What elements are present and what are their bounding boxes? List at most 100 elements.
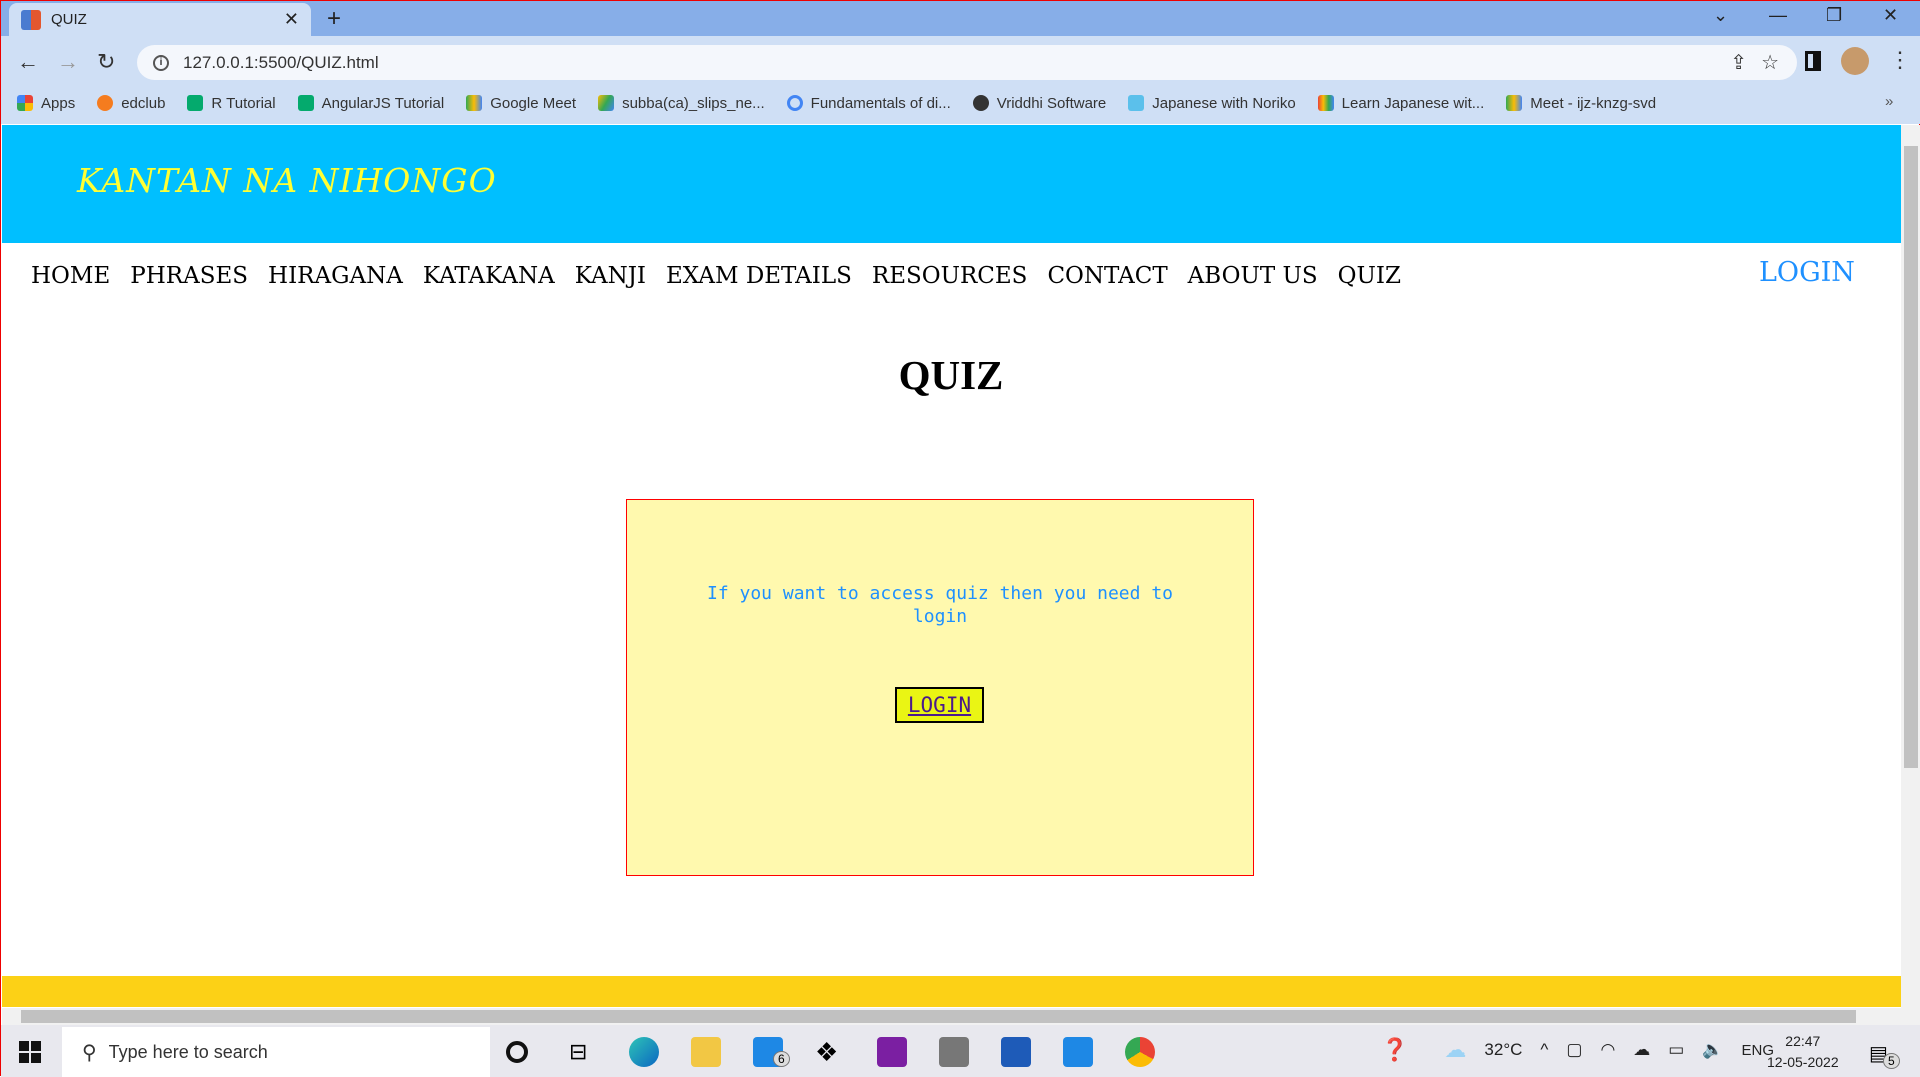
nav-exam-details[interactable]: EXAM DETAILS <box>666 263 852 289</box>
quiz-login-box: If you want to access quiz then you need… <box>626 499 1254 876</box>
bookmark-drive[interactable]: subba(ca)_slips_ne... <box>598 95 765 112</box>
onedrive-error-icon[interactable]: ☁ <box>1633 1040 1650 1060</box>
noriko-icon <box>1128 95 1145 111</box>
weather-cloud-icon[interactable]: ☁ <box>1444 1037 1466 1063</box>
nav-kanji[interactable]: KANJI <box>575 263 646 289</box>
file-explorer-icon[interactable] <box>691 1037 721 1067</box>
bookmark-label: Apps <box>41 94 76 112</box>
nav-quiz[interactable]: QUIZ <box>1338 263 1401 289</box>
wikipedia-icon[interactable] <box>939 1037 969 1067</box>
login-button[interactable]: LOGIN <box>895 687 984 723</box>
camera-icon[interactable]: ▢ <box>1566 1040 1582 1060</box>
forward-icon[interactable]: → <box>57 49 79 75</box>
address-bar[interactable]: i 127.0.0.1:5500/QUIZ.html ⇪ ☆ <box>137 45 1797 80</box>
login-required-message: If you want to access quiz then you need… <box>707 583 1173 627</box>
globe-icon <box>972 95 989 111</box>
bookmark-label: Google Meet <box>490 94 577 112</box>
bookmark-angularjs[interactable]: AngularJS Tutorial <box>297 94 445 112</box>
horizontal-scroll-thumb[interactable] <box>21 1010 1856 1023</box>
site-nav: HOME PHRASES HIRAGANA KATAKANA KANJI EXA… <box>31 263 1401 289</box>
nav-about-us[interactable]: ABOUT US <box>1188 263 1318 289</box>
podcast-icon <box>1317 95 1334 111</box>
bookmarks-bar: Apps edclub R Tutorial AngularJS Tutoria… <box>17 91 1656 115</box>
windows-start-icon[interactable] <box>19 1041 41 1063</box>
bookmark-apps[interactable]: Apps <box>17 95 75 112</box>
mail-badge: 6 <box>773 1051 790 1067</box>
bookmark-vriddhi[interactable]: Vriddhi Software <box>972 95 1106 112</box>
volume-icon[interactable]: 🔈 <box>1702 1040 1723 1060</box>
nav-phrases[interactable]: PHRASES <box>130 263 248 289</box>
site-footer <box>2 976 1901 1007</box>
word-icon[interactable] <box>1001 1037 1031 1067</box>
bookmark-learn-japanese[interactable]: Learn Japanese wit... <box>1317 94 1485 112</box>
date: 12-05-2022 <box>1767 1054 1839 1070</box>
share-icon[interactable]: ⇪ <box>1730 50 1747 75</box>
bookmark-edclub[interactable]: edclub <box>97 95 165 112</box>
meet-icon <box>1506 95 1523 111</box>
vertical-scroll-thumb[interactable] <box>1904 146 1918 768</box>
bookmark-google-meet[interactable]: Google Meet <box>466 95 576 112</box>
reload-icon[interactable]: ↻ <box>97 49 115 75</box>
browser-tab[interactable]: QUIZ ✕ <box>9 3 311 36</box>
login-link[interactable]: LOGIN <box>1759 257 1855 288</box>
dropbox-icon[interactable]: ❖ <box>815 1037 838 1068</box>
back-icon[interactable]: ← <box>17 49 39 75</box>
edclub-icon <box>97 95 114 111</box>
info-icon[interactable]: i <box>153 54 169 71</box>
search-icon: ⚲ <box>82 1041 97 1064</box>
cortana-icon[interactable] <box>506 1041 528 1063</box>
tab-search-icon[interactable]: ⌄ <box>1713 5 1728 26</box>
search-placeholder: Type here to search <box>108 1041 268 1062</box>
apps-icon <box>17 95 33 111</box>
bookmark-fundamentals[interactable]: Fundamentals of di... <box>786 94 951 112</box>
w3schools-icon <box>297 95 314 111</box>
menu-icon[interactable]: ⋮ <box>1889 47 1911 73</box>
time: 22:47 <box>1785 1033 1821 1049</box>
chrome-icon[interactable] <box>1125 1037 1155 1067</box>
maximize-button[interactable]: ❐ <box>1826 5 1842 26</box>
nav-contact[interactable]: CONTACT <box>1047 263 1167 289</box>
bookmark-r-tutorial[interactable]: R Tutorial <box>187 94 276 112</box>
drive-icon <box>598 95 615 111</box>
bookmark-noriko[interactable]: Japanese with Noriko <box>1128 94 1296 112</box>
site-brand: KANTAN NA NIHONGO <box>77 161 497 200</box>
bookmark-label: edclub <box>121 94 166 112</box>
temperature[interactable]: 32°C <box>1484 1040 1522 1060</box>
nav-home[interactable]: HOME <box>31 263 110 289</box>
star-icon[interactable]: ☆ <box>1761 50 1779 75</box>
minimize-button[interactable]: — <box>1769 5 1787 26</box>
bookmark-label: subba(ca)_slips_ne... <box>622 94 765 112</box>
edge-icon[interactable] <box>629 1037 659 1067</box>
taskbar-search[interactable]: ⚲ Type here to search <box>62 1027 490 1077</box>
bookmark-label: Learn Japanese wit... <box>1341 94 1485 112</box>
wifi-icon[interactable]: ◠ <box>1600 1040 1615 1060</box>
system-tray: ❓ ☁ 32°C ^ ▢ ◠ ☁ ▭ 🔈 ENG <box>1381 1037 1774 1063</box>
nav-katakana[interactable]: KATAKANA <box>423 263 555 289</box>
new-tab-button[interactable]: + <box>327 5 341 33</box>
battery-icon[interactable]: ▭ <box>1668 1040 1684 1060</box>
google-icon <box>786 95 803 111</box>
url-text: 127.0.0.1:5500/QUIZ.html <box>183 52 379 72</box>
bookmark-label: Meet - ijz-knzg-svd <box>1530 94 1657 112</box>
bookmark-meet[interactable]: Meet - ijz-knzg-svd <box>1506 95 1656 112</box>
side-panel-icon[interactable] <box>1805 51 1821 71</box>
bookmark-label: Fundamentals of di... <box>810 94 951 112</box>
profile-avatar[interactable] <box>1841 47 1869 75</box>
app-purple-icon[interactable] <box>877 1037 907 1067</box>
close-tab-icon[interactable]: ✕ <box>284 9 299 30</box>
page-title: QUIZ <box>898 352 1004 398</box>
show-hidden-icons[interactable]: ^ <box>1540 1040 1548 1060</box>
task-view-icon[interactable]: ⊟ <box>569 1039 587 1065</box>
bookmark-label: Japanese with Noriko <box>1152 94 1296 112</box>
bookmark-label: R Tutorial <box>211 94 276 112</box>
nav-hiragana[interactable]: HIRAGANA <box>268 263 403 289</box>
bookmark-label: AngularJS Tutorial <box>321 94 445 112</box>
w3schools-icon <box>187 95 204 111</box>
more-bookmarks-icon[interactable]: » <box>1885 93 1893 110</box>
close-window-button[interactable]: ✕ <box>1883 5 1898 26</box>
clock[interactable]: 22:47 12-05-2022 <box>1767 1031 1839 1073</box>
vscode-icon[interactable] <box>1063 1037 1093 1067</box>
meet-icon <box>466 95 483 111</box>
nav-resources[interactable]: RESOURCES <box>872 263 1028 289</box>
help-icon[interactable]: ❓ <box>1381 1037 1408 1063</box>
